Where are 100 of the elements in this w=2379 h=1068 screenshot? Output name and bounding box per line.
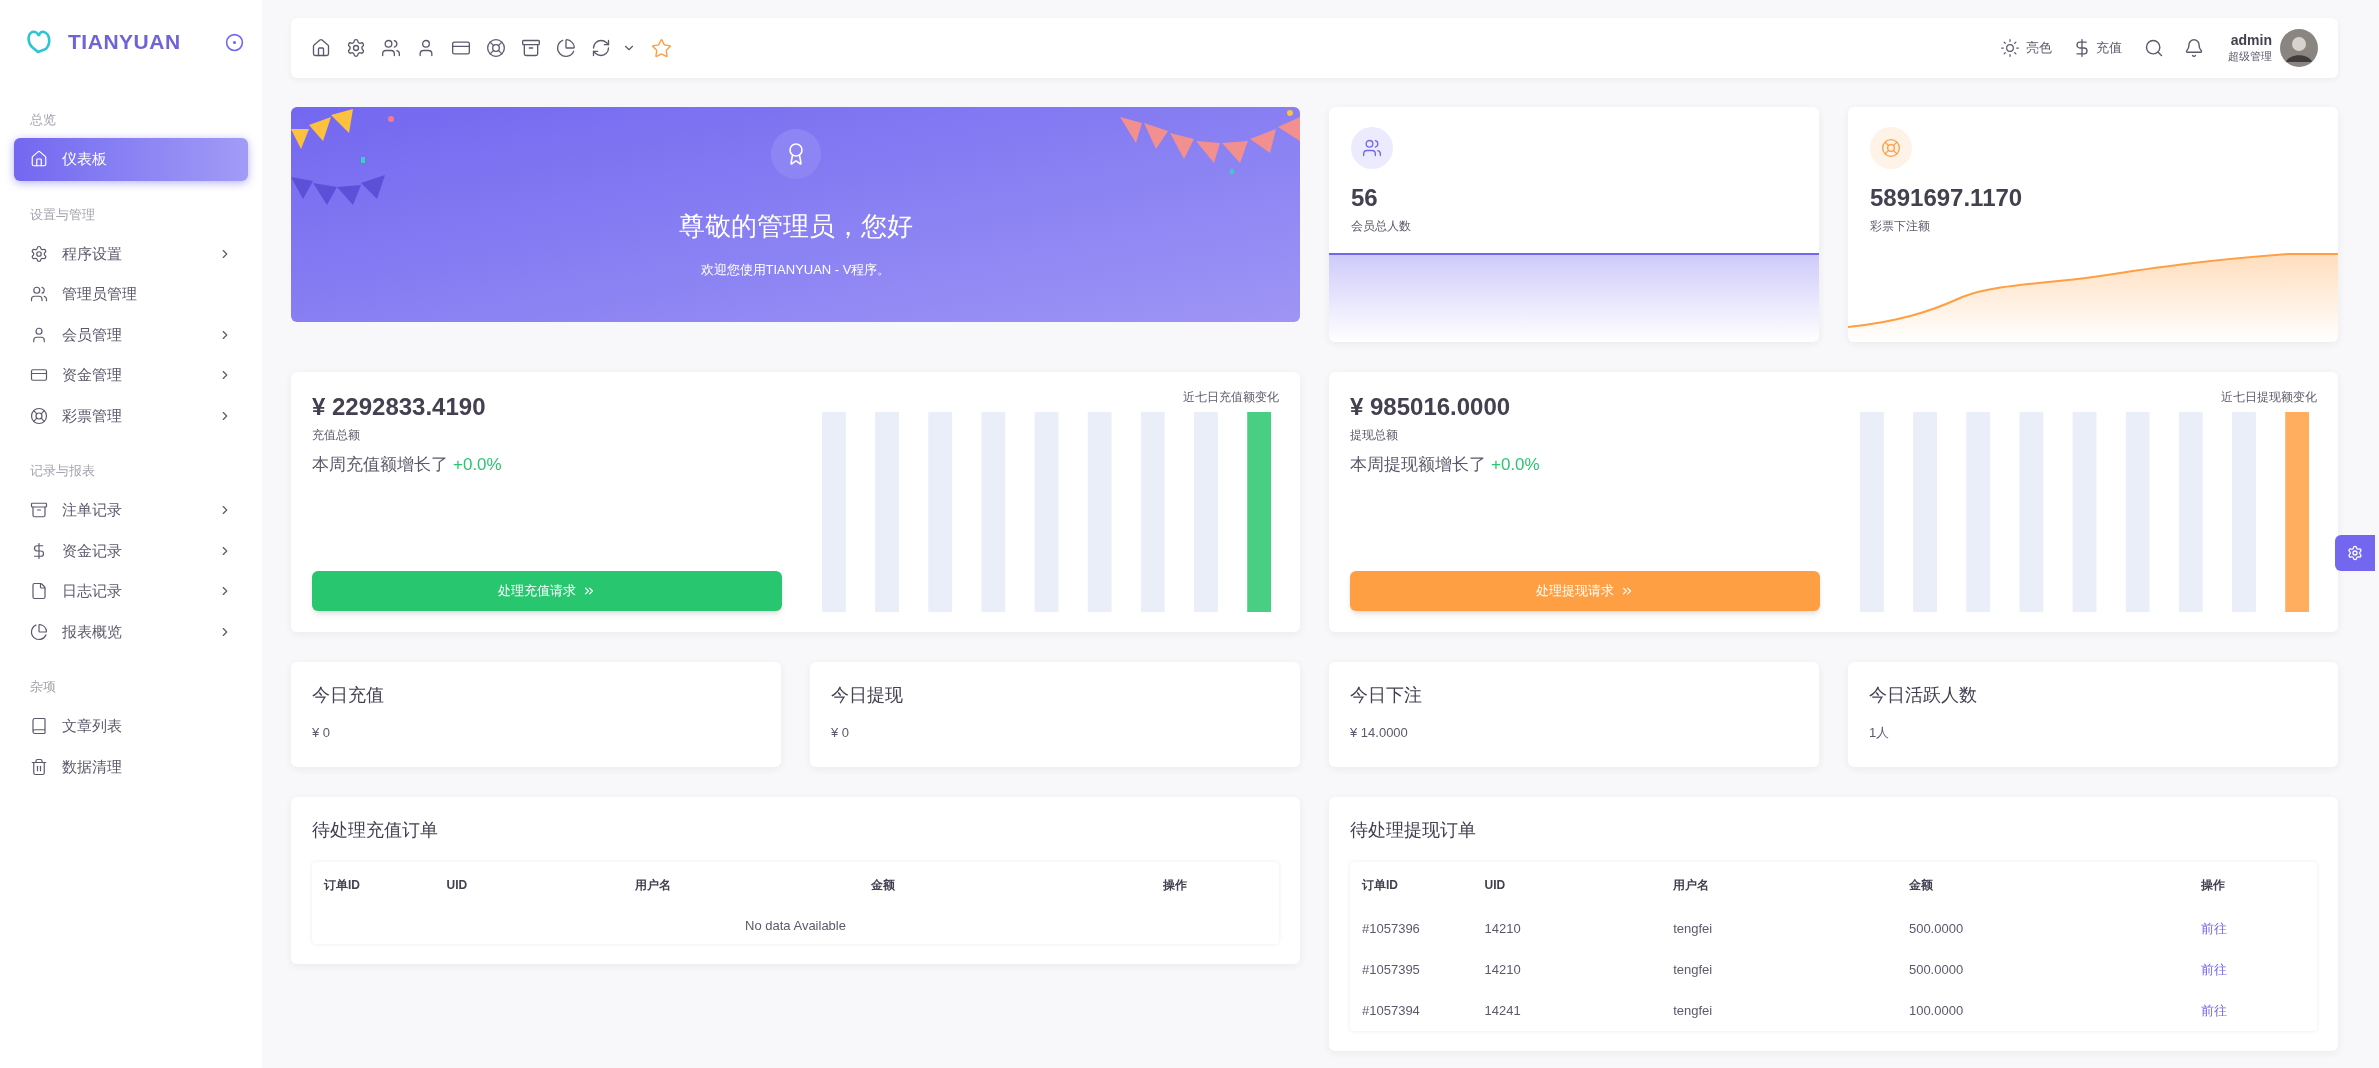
- sidebar-item[interactable]: 日志记录: [14, 570, 248, 613]
- total-label: 充值总额: [312, 427, 361, 444]
- today-title: 今日下注: [1350, 684, 1423, 707]
- sun-icon[interactable]: [2000, 38, 2020, 58]
- book-icon: [30, 717, 48, 736]
- sidebar-item[interactable]: 资金记录: [14, 529, 248, 572]
- section-label: 设置与管理: [29, 205, 96, 224]
- logo-icon: [26, 29, 52, 55]
- table-cell-text: 14210: [1484, 919, 1522, 938]
- bell-icon[interactable]: [2184, 38, 2204, 58]
- lifebuoy-icon[interactable]: [486, 38, 506, 58]
- settings-icon: [30, 244, 48, 263]
- sidebar-item[interactable]: 注单记录: [14, 489, 248, 532]
- double-chevron-icon: [582, 584, 596, 598]
- sidebar-item[interactable]: 文章列表: [14, 705, 248, 748]
- sidebar-item[interactable]: 管理员管理: [14, 273, 248, 316]
- theme-link[interactable]: 亮色: [2026, 38, 2052, 58]
- welcome-subtitle: 欢迎您使用TIANYUAN - V程序。: [700, 261, 891, 279]
- column-header: 用户名: [1673, 877, 1711, 894]
- refresh-icon[interactable]: [591, 38, 611, 58]
- sidebar-item[interactable]: 彩票管理: [14, 394, 248, 437]
- recharge-link[interactable]: 充值: [2096, 38, 2122, 58]
- target-icon[interactable]: [225, 32, 244, 52]
- total-amount: ¥ 2292833.4190: [312, 392, 487, 422]
- column-header: 操作: [1163, 877, 1189, 894]
- stat-label: 彩票下注额: [1870, 218, 1931, 235]
- column-header: 金额: [1908, 877, 1934, 894]
- table-cell-text: 14210: [1484, 960, 1522, 979]
- home-icon[interactable]: [311, 38, 331, 58]
- card-title: 待处理充值订单: [312, 819, 439, 842]
- growth-value: +0.0%: [453, 454, 502, 476]
- today-value: ¥ 0: [831, 724, 851, 742]
- column-header: 订单ID: [324, 877, 361, 894]
- pie-chart-icon[interactable]: [556, 38, 576, 58]
- chart-caption: 近七日充值额变化: [1183, 389, 1279, 406]
- search-icon[interactable]: [2144, 38, 2164, 58]
- growth-text: 本周提现额增长了: [1350, 454, 1486, 476]
- today-value: 1人: [1869, 724, 1891, 742]
- double-chevron-icon: [1620, 584, 1634, 598]
- settings-icon[interactable]: [346, 38, 366, 58]
- today-title: 今日活跃人数: [1869, 684, 1978, 707]
- table-cell-text: 500.0000: [1908, 919, 1965, 938]
- go-link[interactable]: 前往: [2201, 918, 2305, 939]
- empty-message: No data Available: [745, 917, 846, 935]
- lifebuoy-icon: [30, 406, 48, 425]
- today-title: 今日提现: [831, 684, 904, 707]
- users-icon[interactable]: [381, 38, 401, 58]
- total-label: 提现总额: [1350, 427, 1399, 444]
- today-value: ¥ 0: [312, 724, 332, 742]
- table-cell-text: 100.0000: [1908, 1001, 1965, 1020]
- user-icon: [30, 325, 48, 344]
- column-header: UID: [1484, 877, 1507, 894]
- today-title: 今日充值: [312, 684, 385, 707]
- column-header: 操作: [2201, 877, 2227, 894]
- column-header: UID: [446, 877, 469, 894]
- archive-icon: [30, 501, 48, 520]
- table-cell-text: tengfei: [1673, 960, 1714, 979]
- sidebar-item[interactable]: 会员管理: [14, 313, 248, 356]
- today-value: ¥ 14.0000: [1350, 724, 1409, 742]
- go-link[interactable]: 前往: [2201, 959, 2305, 980]
- archive-icon[interactable]: [521, 38, 541, 58]
- growth-text: 本周充值额增长了: [312, 454, 448, 476]
- home-icon: [30, 150, 48, 169]
- sidebar-item[interactable]: 报表概览: [14, 610, 248, 653]
- go-link[interactable]: 前往: [2201, 1000, 2305, 1021]
- table-cell-text: tengfei: [1673, 919, 1714, 938]
- star-icon[interactable]: [651, 37, 672, 59]
- settings-tab[interactable]: [2335, 535, 2375, 571]
- stat-value: 5891697.1170: [1870, 183, 2024, 213]
- column-header: 用户名: [635, 877, 673, 894]
- file-icon: [30, 582, 48, 601]
- sidebar-item[interactable]: 仪表板: [14, 138, 248, 181]
- brand-name: TIANYUAN: [68, 29, 181, 56]
- table-cell-text: #1057395: [1362, 960, 1421, 979]
- sidebar-item[interactable]: 程序设置: [14, 232, 248, 275]
- welcome-title: 尊敬的管理员，您好: [678, 210, 913, 243]
- settings-icon: [2347, 545, 2363, 561]
- table-cell-text: 500.0000: [1908, 960, 1965, 979]
- section-label: 总览: [29, 111, 57, 129]
- section-label: 杂项: [29, 678, 57, 696]
- trash-icon: [30, 757, 48, 776]
- table-cell-text: 14241: [1484, 1001, 1522, 1020]
- table-cell-text: #1057394: [1362, 1001, 1421, 1020]
- table-cell-text: tengfei: [1673, 1001, 1714, 1020]
- sidebar-item[interactable]: 数据清理: [14, 745, 248, 788]
- stat-value: 56: [1351, 183, 1379, 213]
- user-role: 超级管理: [2228, 49, 2272, 64]
- users-icon: [30, 285, 48, 304]
- chart-caption: 近七日提现额变化: [2221, 389, 2317, 406]
- avatar[interactable]: [2280, 29, 2318, 67]
- pie-chart-icon: [30, 622, 48, 641]
- table-cell-text: #1057396: [1362, 919, 1421, 938]
- sidebar-item[interactable]: 资金管理: [14, 354, 248, 397]
- column-header: 订单ID: [1362, 877, 1399, 894]
- user-name: admin: [2230, 32, 2272, 50]
- section-label: 记录与报表: [29, 462, 96, 480]
- column-header: 金额: [870, 877, 896, 894]
- total-amount: ¥ 985016.0000: [1350, 392, 1512, 422]
- growth-value: +0.0%: [1491, 454, 1540, 476]
- card-title: 待处理提现订单: [1350, 819, 1477, 842]
